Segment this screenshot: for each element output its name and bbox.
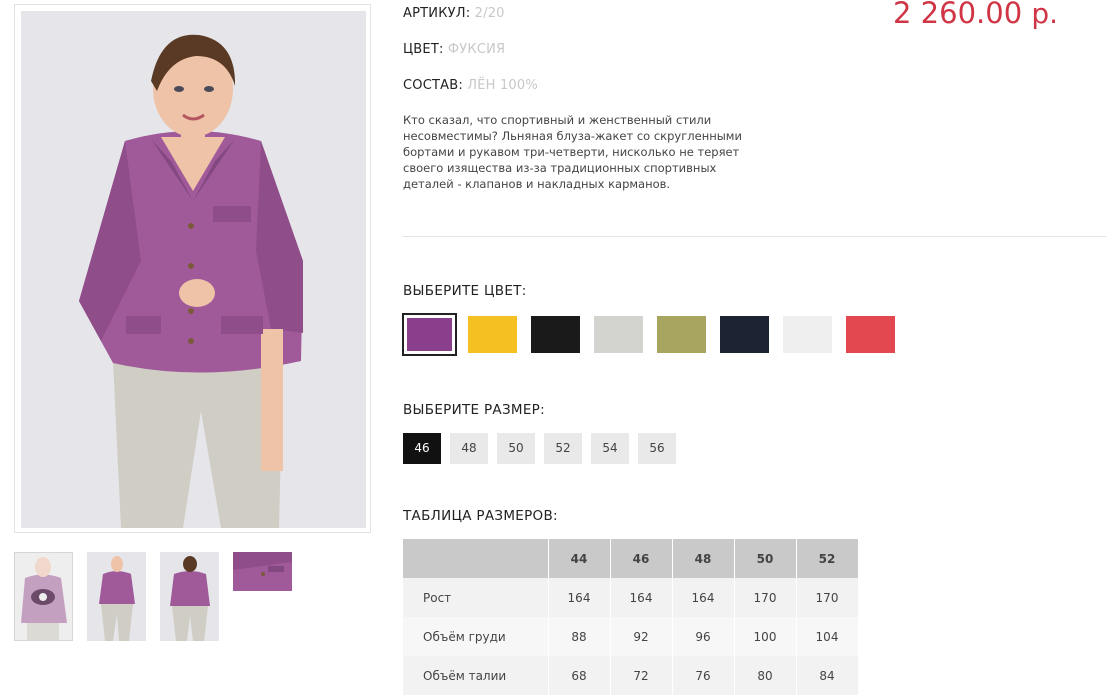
table-cell: 170 bbox=[734, 578, 797, 617]
table-cell: 92 bbox=[610, 617, 673, 656]
color-swatch-fuchsia[interactable] bbox=[402, 313, 457, 356]
color-swatch-light-gray[interactable] bbox=[594, 316, 643, 353]
header-cell: 48 bbox=[672, 539, 735, 578]
row-label: Объём талии bbox=[403, 656, 549, 695]
table-cell: 80 bbox=[734, 656, 797, 695]
composition-row: СОСТАВ: ЛЁН 100% bbox=[403, 78, 538, 93]
table-cell: 164 bbox=[610, 578, 673, 617]
size-button-52[interactable]: 52 bbox=[544, 433, 582, 464]
thumbnail-full-back[interactable] bbox=[160, 552, 219, 641]
size-table-header: 44 46 48 50 52 bbox=[403, 539, 859, 578]
thumbnail-detail[interactable] bbox=[233, 552, 292, 591]
table-cell: 170 bbox=[796, 578, 859, 617]
header-cell: 50 bbox=[734, 539, 797, 578]
table-cell: 76 bbox=[672, 656, 735, 695]
price-amount: 2 260.00 bbox=[893, 0, 1023, 30]
color-label: ЦВЕТ: bbox=[403, 42, 444, 57]
table-row: Объём груди 88 92 96 100 104 bbox=[403, 617, 859, 656]
color-swatch-olive[interactable] bbox=[657, 316, 706, 353]
size-button-50[interactable]: 50 bbox=[497, 433, 535, 464]
table-cell: 164 bbox=[548, 578, 611, 617]
price-currency: р. bbox=[1031, 0, 1059, 30]
table-cell: 88 bbox=[548, 617, 611, 656]
color-swatch-white[interactable] bbox=[783, 316, 832, 353]
size-button-46[interactable]: 46 bbox=[403, 433, 441, 464]
size-button-48[interactable]: 48 bbox=[450, 433, 488, 464]
size-button-54[interactable]: 54 bbox=[591, 433, 629, 464]
size-table: 44 46 48 50 52 Рост 164 164 164 170 170 … bbox=[403, 539, 859, 695]
color-picker-title: ВЫБЕРИТЕ ЦВЕТ: bbox=[403, 283, 527, 299]
header-cell: 52 bbox=[796, 539, 859, 578]
product-photo-illustration bbox=[21, 11, 366, 528]
table-row: Рост 164 164 164 170 170 bbox=[403, 578, 859, 617]
composition-value: ЛЁН 100% bbox=[467, 78, 538, 93]
table-row: Объём талии 68 72 76 80 84 bbox=[403, 656, 859, 695]
size-button-56[interactable]: 56 bbox=[638, 433, 676, 464]
row-label: Объём груди bbox=[403, 617, 549, 656]
size-table-title: ТАБЛИЦА РАЗМЕРОВ: bbox=[403, 508, 558, 524]
thumbnail-front-zoom[interactable] bbox=[14, 552, 73, 641]
row-label: Рост bbox=[403, 578, 549, 617]
article-label: АРТИКУЛ: bbox=[403, 6, 471, 21]
header-cell: 44 bbox=[548, 539, 611, 578]
composition-label: СОСТАВ: bbox=[403, 78, 463, 93]
color-swatch-black[interactable] bbox=[531, 316, 580, 353]
article-value: 2/20 bbox=[474, 6, 505, 21]
header-cell bbox=[403, 539, 549, 578]
color-swatch-red[interactable] bbox=[846, 316, 895, 353]
table-cell: 68 bbox=[548, 656, 611, 695]
color-swatch-navy[interactable] bbox=[720, 316, 769, 353]
table-cell: 104 bbox=[796, 617, 859, 656]
table-cell: 164 bbox=[672, 578, 735, 617]
table-cell: 100 bbox=[734, 617, 797, 656]
table-cell: 96 bbox=[672, 617, 735, 656]
color-value: ФУКСИЯ bbox=[447, 42, 506, 57]
price: 2 260.00 р. bbox=[893, 0, 1058, 30]
header-cell: 46 bbox=[610, 539, 673, 578]
table-cell: 72 bbox=[610, 656, 673, 695]
main-product-image[interactable] bbox=[14, 4, 371, 533]
table-cell: 84 bbox=[796, 656, 859, 695]
color-row: ЦВЕТ: ФУКСИЯ bbox=[403, 42, 505, 57]
color-swatch-yellow[interactable] bbox=[468, 316, 517, 353]
thumbnail-full-front[interactable] bbox=[87, 552, 146, 641]
article-row: АРТИКУЛ: 2/20 bbox=[403, 6, 505, 21]
product-description: Кто сказал, что спортивный и женственный… bbox=[403, 113, 742, 191]
size-picker-title: ВЫБЕРИТЕ РАЗМЕР: bbox=[403, 402, 545, 418]
divider bbox=[403, 236, 1106, 237]
